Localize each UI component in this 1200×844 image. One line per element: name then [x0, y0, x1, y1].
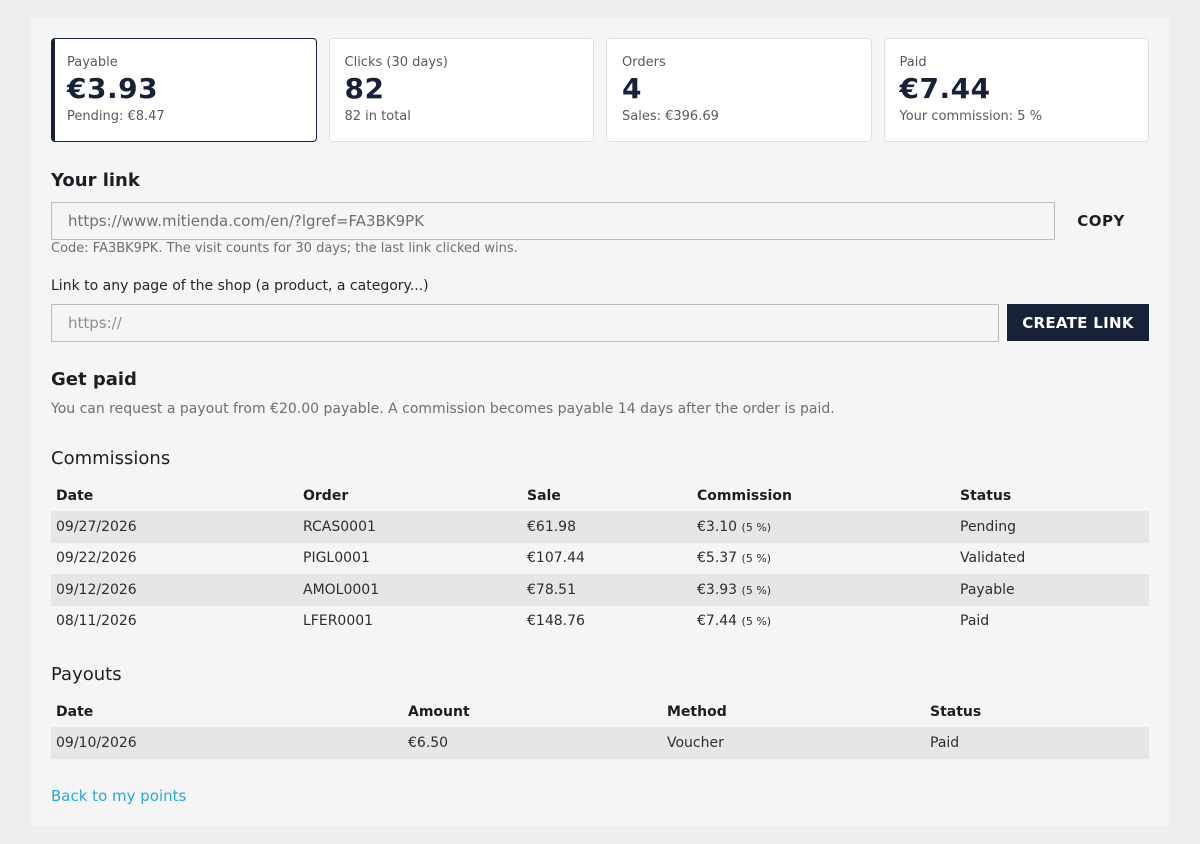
stat-sub: Your commission: 5 %	[899, 109, 1043, 124]
column-header-order: Order	[303, 487, 349, 504]
column-header-sale: Sale	[527, 487, 561, 504]
stat-sub: 82 in total	[344, 109, 411, 124]
commission-rate: (5 %)	[741, 552, 772, 566]
cell-date: 09/27/2026	[51, 511, 298, 543]
commission-amount: €5.37	[697, 550, 738, 567]
commission-amount: €7.44	[697, 613, 738, 630]
stat-card-orders[interactable]: Orders 4 Sales: €396.69	[606, 38, 872, 142]
cell-sale: €78.51	[522, 574, 692, 606]
referral-link-row: https://www.mitienda.com/en/?lgref=FA3BK…	[51, 202, 1149, 240]
your-link-title: Your link	[51, 170, 140, 191]
cell-date: 09/22/2026	[56, 550, 137, 567]
stat-value: 4	[622, 72, 642, 105]
referral-link-hint: Code: FA3BK9PK. The visit counts for 30 …	[51, 241, 518, 256]
cell-order: RCAS0001	[298, 511, 522, 543]
cell-commission: €3.93 (5 %)	[692, 574, 955, 606]
stat-sub: Pending: €8.47	[67, 109, 165, 124]
stat-value: €7.44	[899, 72, 991, 105]
commissions-table: Date Order Sale Commission Status 09/27/…	[51, 480, 1149, 637]
cell-order: LFER0001	[303, 613, 374, 630]
cell-sale: €107.44	[527, 550, 585, 567]
commission-rate: (5 %)	[741, 615, 772, 629]
table-row: 09/10/2026 €6.50 Voucher Paid	[51, 727, 1149, 759]
stat-value: €3.93	[67, 72, 159, 105]
copy-button[interactable]: COPY	[1053, 202, 1149, 240]
stat-card-paid[interactable]: Paid €7.44 Your commission: 5 %	[883, 38, 1149, 142]
cell-sale: €61.98	[522, 511, 692, 543]
table-row: 09/12/2026 AMOL0001 €78.51 €3.93 (5 %) P…	[51, 574, 1149, 606]
stats-row: Payable €3.93 Pending: €8.47 Clicks (30 …	[51, 38, 1149, 142]
back-to-points-link[interactable]: Back to my points	[51, 787, 186, 805]
column-header-status: Status	[960, 487, 1012, 504]
deep-link-label: Link to any page of the shop (a product,…	[51, 278, 429, 294]
cell-order: PIGL0001	[303, 550, 370, 567]
get-paid-title: Get paid	[51, 369, 137, 390]
table-row: 08/11/2026 LFER0001 €148.76 €7.44 (5 %) …	[51, 606, 1149, 638]
cell-commission: €3.10 (5 %)	[692, 511, 955, 543]
table-row: 09/22/2026 PIGL0001 €107.44 €5.37 (5 %) …	[51, 543, 1149, 575]
stat-card-clicks[interactable]: Clicks (30 days) 82 82 in total	[328, 38, 594, 142]
payouts-table: Date Amount Method Status 09/10/2026 €6.…	[51, 696, 1149, 759]
cell-date: 08/11/2026	[56, 613, 137, 630]
cell-order: AMOL0001	[298, 574, 522, 606]
cell-status: Validated	[960, 550, 1026, 567]
stat-label: Clicks (30 days)	[344, 55, 448, 70]
column-header-method: Method	[667, 703, 727, 720]
get-paid-text: You can request a payout from €20.00 pay…	[51, 401, 835, 417]
affiliate-panel: Payable €3.93 Pending: €8.47 Clicks (30 …	[31, 18, 1169, 826]
cell-sale: €148.76	[527, 613, 585, 630]
column-header-status: Status	[930, 703, 982, 720]
commission-rate: (5 %)	[741, 520, 772, 534]
cell-date: 09/10/2026	[51, 727, 403, 759]
commission-rate: (5 %)	[741, 583, 772, 597]
cell-status: Paid	[960, 613, 990, 630]
commissions-title: Commissions	[51, 448, 171, 469]
stat-card-payable[interactable]: Payable €3.93 Pending: €8.47	[51, 38, 317, 142]
stat-label: Paid	[899, 55, 927, 70]
cell-status: Paid	[925, 727, 1149, 759]
payouts-title: Payouts	[51, 664, 122, 685]
deep-link-input[interactable]	[51, 304, 999, 342]
create-link-button[interactable]: CREATE LINK	[1007, 304, 1149, 341]
deep-link-row: CREATE LINK	[51, 304, 1149, 342]
column-header-commission: Commission	[697, 487, 792, 504]
column-header-date: Date	[56, 487, 94, 504]
stat-sub: Sales: €396.69	[622, 109, 719, 124]
commission-amount: €3.10	[697, 518, 738, 535]
stat-label: Payable	[67, 55, 118, 70]
cell-amount: €6.50	[403, 727, 662, 759]
referral-link-field[interactable]: https://www.mitienda.com/en/?lgref=FA3BK…	[51, 202, 1055, 240]
column-header-amount: Amount	[408, 703, 470, 720]
cell-commission: €7.44 (5 %)	[692, 606, 955, 638]
table-row: 09/27/2026 RCAS0001 €61.98 €3.10 (5 %) P…	[51, 511, 1149, 543]
stat-value: 82	[344, 72, 385, 105]
column-header-date: Date	[56, 703, 94, 720]
cell-date: 09/12/2026	[51, 574, 298, 606]
cell-commission: €5.37 (5 %)	[692, 543, 955, 575]
commission-amount: €3.93	[697, 581, 738, 598]
cell-status: Pending	[955, 511, 1149, 543]
cell-method: Voucher	[662, 727, 925, 759]
cell-status: Payable	[955, 574, 1149, 606]
stat-label: Orders	[622, 55, 666, 70]
